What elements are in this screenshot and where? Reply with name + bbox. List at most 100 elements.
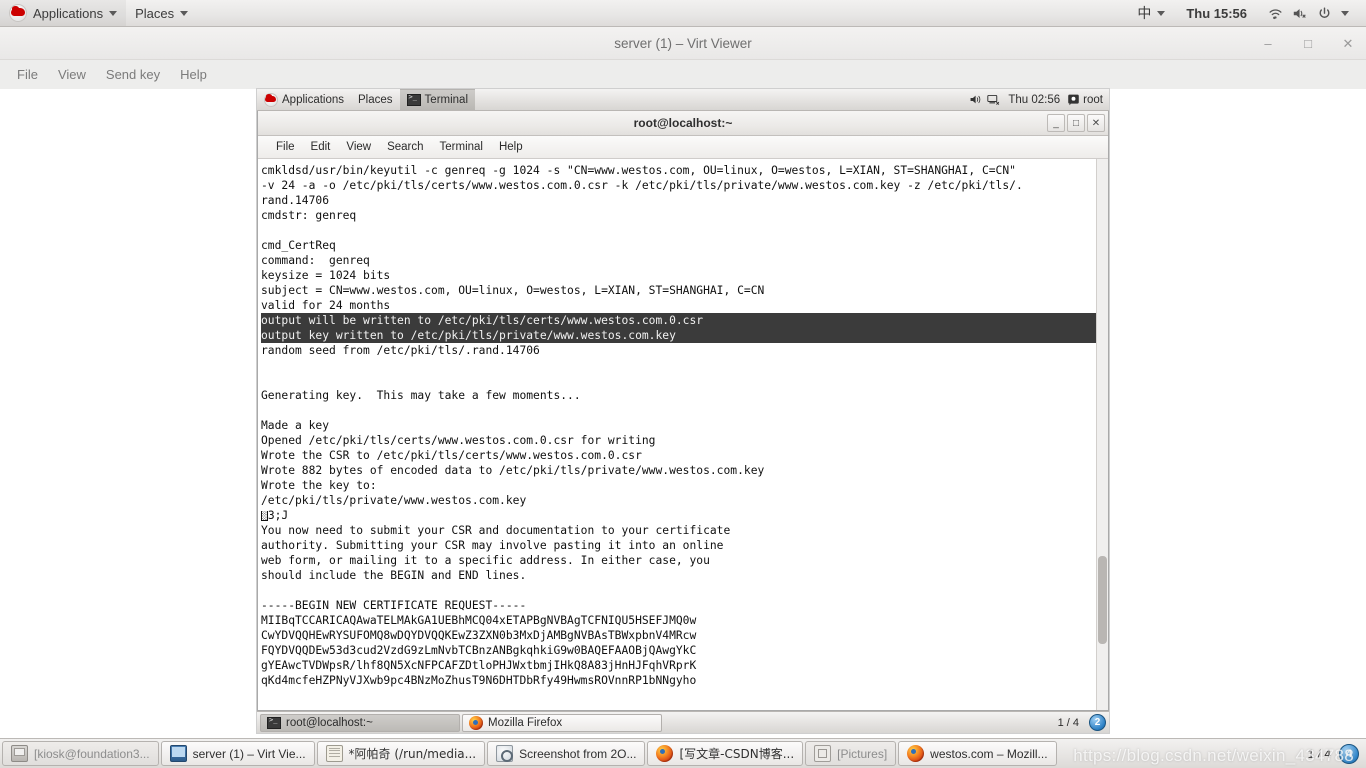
guest-clock[interactable]: Thu 02:56 [1004,94,1064,106]
host-status-area[interactable] [1259,0,1358,26]
host-task-kiosk-terminal[interactable]: [kiosk@foundation3... [2,741,159,766]
maximize-button[interactable]: □ [1300,36,1316,52]
terminal-menu-terminal[interactable]: Terminal [432,139,491,155]
host-task-label-5: [Pictures] [837,746,888,761]
terminal-menu-view[interactable]: View [338,139,379,155]
terminal-line: valid for 24 months [261,299,391,312]
guest-display-canvas[interactable]: Applications Places Terminal [0,89,1366,738]
host-places-label: Places [135,5,175,21]
menu-file[interactable]: File [8,64,47,85]
host-task-label-2: *阿帕奇 (/run/media... [348,747,477,761]
input-method-label: 中 [1137,6,1152,22]
guest-task-firefox[interactable]: Mozilla Firefox [462,713,662,732]
wifi-icon [1269,8,1282,19]
virt-viewer-titlebar[interactable]: server (1) – Virt Viewer – □ ✕ [0,27,1366,60]
terminal-line-container: cmkldsd/usr/bin/keyutil -c genreq -g 102… [261,163,1108,688]
virt-viewer-window: server (1) – Virt Viewer – □ ✕ File View… [0,27,1366,738]
terminal-window: root@localhost:~ _ □ ✕ File Edit View Se… [257,111,1109,711]
guest-applications-menu[interactable]: Applications [257,89,351,110]
terminal-line: web form, or mailing it to a specific ad… [261,554,710,567]
terminal-menu-file[interactable]: File [268,139,303,155]
host-input-method-menu[interactable]: 中 [1128,0,1174,26]
host-task-westos-firefox[interactable]: westos.com – Mozill... [898,741,1057,766]
guest-workspace-badge[interactable]: 2 [1089,714,1106,731]
host-task-virt-viewer[interactable]: server (1) – Virt Vie... [160,741,315,766]
power-icon [1319,6,1330,18]
terminal-minimize-button[interactable]: _ [1047,114,1065,132]
host-applications-menu[interactable]: Applications [0,0,127,26]
guest-top-panel: Applications Places Terminal [257,89,1109,111]
virt-viewer-window-controls: – □ ✕ [1260,27,1356,60]
terminal-menu-search[interactable]: Search [379,139,431,155]
guest-places-label: Places [358,93,393,106]
host-task-csdn-firefox[interactable]: [写文章-CSDN博客... [647,741,804,766]
text-editor-icon [325,745,343,762]
screen-root: Applications Places 中 Thu 15:56 server (… [0,0,1366,768]
guest-user-label[interactable]: root [1083,94,1103,106]
host-places-menu[interactable]: Places [126,0,197,26]
terminal-line: Wrote the CSR to /etc/pki/tls/certs/www.… [261,449,642,462]
chevron-down-icon [1341,10,1349,16]
minimize-button[interactable]: – [1260,36,1276,52]
host-task-screenshot[interactable]: Screenshot from 2O... [487,741,646,766]
chevron-down-icon [1157,10,1166,16]
guest-active-app-terminal[interactable]: Terminal [399,89,476,110]
terminal-icon [267,716,281,729]
terminal-scrollbar[interactable] [1096,159,1108,710]
close-button[interactable]: ✕ [1340,36,1356,52]
terminal-close-button[interactable]: ✕ [1087,114,1105,132]
host-task-pictures[interactable]: [Pictures] [805,741,897,766]
guest-workspace-count: 1 / 4 [1057,716,1079,729]
terminal-line: Wrote the key to: [261,479,377,492]
guest-desktop: Applications Places Terminal [257,89,1109,733]
guest-applications-label: Applications [282,93,345,106]
terminal-line: You now need to submit your CSR and docu… [261,524,731,537]
terminal-line: random seed from /etc/pki/tls/.rand.1470… [261,344,540,357]
terminal-scrollbar-thumb[interactable] [1098,555,1107,644]
host-task-text-editor[interactable]: *阿帕奇 (/run/media... [316,741,486,766]
guest-task-terminal[interactable]: root@localhost:~ [260,713,460,732]
terminal-icon [406,93,421,106]
host-task-label-1: server (1) – Virt Vie... [192,746,306,761]
host-workspace-badge[interactable]: 4 [1339,743,1359,764]
host-applications-label: Applications [33,5,104,21]
terminal-maximize-button[interactable]: □ [1067,114,1085,132]
firefox-icon [469,715,483,730]
terminal-line: subject = CN=www.westos.com, OU=linux, O… [261,284,765,297]
menu-view[interactable]: View [49,64,95,85]
network-disconnected-icon[interactable] [986,93,1001,106]
firefox-icon [907,745,925,762]
volume-icon[interactable] [969,93,983,106]
terminal-line: qKd4mcfeHZPNyVJXwb9pc4BNzMoZhusT9N6DHTDb… [261,674,697,687]
host-workspace-count: 1 / 4 [1307,746,1331,761]
terminal-menu-help[interactable]: Help [491,139,531,155]
terminal-line: authority. Submitting your CSR may invol… [261,539,724,552]
chevron-down-icon [180,10,189,16]
menu-send-key[interactable]: Send key [97,64,169,85]
terminal-output[interactable]: cmkldsd/usr/bin/keyutil -c genreq -g 102… [258,159,1108,710]
terminal-line: output will be written to /etc/pki/tls/c… [261,313,1108,328]
terminal-titlebar[interactable]: root@localhost:~ _ □ ✕ [258,111,1108,136]
terminal-line: command: genreq [261,254,370,267]
volume-muted-icon [1293,8,1306,18]
terminal-line: keysize = 1024 bits [261,269,391,282]
redhat-logo-icon [264,92,278,107]
terminal-line: -v 24 -a -o /etc/pki/tls/certs/www.westo… [261,179,1023,192]
terminal-line: CwYDVQQHEwRYSUFOMQ8wDQYDVQQKEwZ3ZXN0b3Mx… [261,629,697,642]
terminal-line: Made a key [261,419,330,432]
host-task-label-6: westos.com – Mozill... [930,746,1048,761]
guest-active-app-label: Terminal [424,93,469,106]
terminal-menu-edit[interactable]: Edit [303,139,339,155]
host-clock[interactable]: Thu 15:56 [1176,6,1257,21]
terminal-line: rand.14706 [261,194,330,207]
guest-taskbar: root@localhost:~ Mozilla Firefox 1 / 4 2 [257,711,1109,733]
terminal-window-controls: _ □ ✕ [1047,114,1105,132]
terminal-line: Opened /etc/pki/tls/certs/www.westos.com… [261,434,656,447]
menu-help[interactable]: Help [171,64,216,85]
guest-places-menu[interactable]: Places [351,89,400,110]
screenshot-icon [496,745,514,762]
terminal-line: should include the BEGIN and END lines. [261,569,527,582]
